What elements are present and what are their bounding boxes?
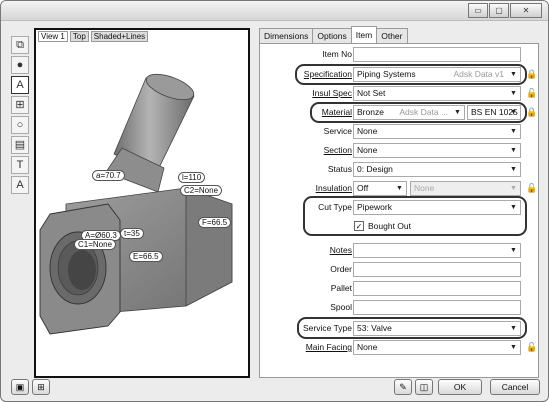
item-no-input[interactable] — [353, 47, 521, 62]
spellcheck-icon[interactable]: A — [11, 176, 29, 194]
lock-icon[interactable]: 🔒 — [526, 107, 537, 118]
service-select[interactable]: None ▼ — [353, 124, 521, 139]
dialog-footer: ▣ ⊞ ✎ ◫ OK Cancel — [1, 376, 548, 401]
insul-spec-value: Not Set — [357, 88, 386, 98]
minimize-button[interactable]: ▭ — [468, 3, 488, 18]
ok-button[interactable]: OK — [438, 379, 482, 395]
status-label: Status — [327, 164, 352, 174]
tab-item[interactable]: Item — [350, 26, 378, 43]
dim-label-c1: C1=None — [74, 239, 117, 250]
highlight-cut-type — [303, 196, 527, 236]
unlock-icon[interactable]: 🔓 — [526, 183, 537, 194]
row-service: Service None ▼ — [260, 123, 540, 141]
view-tab-view1[interactable]: View 1 — [38, 31, 68, 42]
row-notes: Notes ▼ — [260, 242, 540, 260]
section-label[interactable]: Section — [324, 145, 352, 155]
order-input[interactable] — [353, 262, 521, 277]
view-tab-top[interactable]: Top — [69, 31, 89, 42]
main-facing-select[interactable]: None ▼ — [353, 340, 521, 355]
dim-label-a: a=70.7 — [92, 170, 125, 181]
dim-label-f: F=66.5 — [198, 217, 232, 228]
chevron-down-icon[interactable]: ▼ — [508, 164, 519, 175]
sphere-outline-icon[interactable]: ○ — [11, 116, 29, 134]
tee-icon[interactable]: T — [11, 156, 29, 174]
item-tab-panel: Item No Specification Piping Systems Ads… — [259, 43, 539, 378]
service-label: Service — [323, 126, 352, 136]
chevron-down-icon[interactable]: ▼ — [508, 342, 519, 353]
dim-label-c2: C2=None — [180, 185, 223, 196]
chevron-down-icon[interactable]: ▼ — [508, 88, 519, 99]
close-button[interactable]: ✕ — [510, 3, 542, 18]
export-icon[interactable]: ⊞ — [32, 379, 50, 395]
view-orient-icon[interactable]: ⧉ — [11, 36, 29, 54]
highlight-material — [310, 102, 527, 123]
fit-view-icon[interactable]: ⊞ — [11, 96, 29, 114]
insulation-type-value: None — [414, 183, 435, 193]
dim-label-l: l=110 — [178, 172, 206, 183]
main-facing-label[interactable]: Main Facing — [306, 342, 352, 352]
row-section: Section None ▼ — [260, 142, 540, 160]
row-spool: Spool — [260, 299, 540, 317]
pen-icon[interactable]: ✎ — [394, 379, 412, 395]
insul-spec-label[interactable]: Insul Spec — [312, 88, 352, 98]
highlight-service-type — [297, 317, 527, 339]
report-icon[interactable]: ▤ — [11, 136, 29, 154]
spool-input[interactable] — [353, 300, 521, 315]
chevron-down-icon[interactable]: ▼ — [508, 126, 519, 137]
row-status: Status 0: Design ▼ — [260, 161, 540, 179]
pallet-label: Pallet — [330, 283, 352, 293]
screen-icon[interactable]: ◫ — [415, 379, 433, 395]
tab-options[interactable]: Options — [312, 28, 352, 43]
row-main-facing: Main Facing None ▼ 🔓 — [260, 339, 540, 357]
cancel-button[interactable]: Cancel — [490, 379, 540, 395]
properties-dialog: ▭ ▢ ✕ ⧉ ● A ⊞ ○ ▤ T A View 1 Top Shaded+… — [0, 0, 549, 402]
chevron-down-icon[interactable]: ▼ — [394, 183, 405, 194]
status-value: 0: Design — [357, 164, 393, 174]
model-viewport[interactable]: View 1 Top Shaded+Lines a=70.7 l=110 C2=… — [34, 28, 250, 378]
chevron-down-icon[interactable]: ▼ — [508, 145, 519, 156]
row-pallet: Pallet — [260, 280, 540, 298]
main-facing-value: None — [357, 342, 378, 352]
insulation-value: Off — [357, 183, 369, 193]
left-toolbar: ⧉ ● A ⊞ ○ ▤ T A — [11, 36, 31, 196]
row-insul-spec: Insul Spec Not Set ▼ 🔓 — [260, 85, 540, 103]
insulation-label[interactable]: Insulation — [316, 183, 352, 193]
tab-other[interactable]: Other — [376, 28, 408, 43]
row-item-no: Item No — [260, 46, 540, 64]
lock-icon[interactable]: 🔒 — [526, 69, 537, 80]
maximize-button[interactable]: ▢ — [489, 3, 509, 18]
section-value: None — [357, 145, 378, 155]
title-bar: ▭ ▢ ✕ — [1, 1, 548, 21]
chevron-down-icon: ▼ — [510, 185, 517, 192]
tab-dimensions[interactable]: Dimensions — [259, 28, 314, 43]
annotate-icon[interactable]: A — [11, 76, 29, 94]
insul-spec-select[interactable]: Not Set ▼ — [353, 86, 521, 101]
section-select[interactable]: None ▼ — [353, 143, 521, 158]
chevron-down-icon[interactable]: ▼ — [508, 245, 519, 256]
spool-label: Spool — [330, 302, 352, 312]
sphere-icon[interactable]: ● — [11, 56, 29, 74]
highlight-specification — [295, 64, 527, 85]
row-order: Order — [260, 261, 540, 279]
status-select[interactable]: 0: Design ▼ — [353, 162, 521, 177]
order-label: Order — [330, 264, 352, 274]
insulation-select[interactable]: Off ▼ — [353, 181, 407, 196]
unlock-icon[interactable]: 🔓 — [526, 88, 537, 99]
unlock-icon[interactable]: 🔓 — [526, 342, 537, 353]
dim-label-t: t=35 — [120, 228, 144, 239]
insulation-type-select: None ▼ — [410, 181, 521, 196]
notes-label[interactable]: Notes — [330, 245, 352, 255]
valve-model — [39, 73, 233, 335]
item-no-label: Item No — [322, 49, 352, 59]
service-value: None — [357, 126, 378, 136]
dim-label-e: E=66.5 — [129, 251, 163, 262]
view-tab-shading[interactable]: Shaded+Lines — [90, 31, 149, 42]
report-icon[interactable]: ▣ — [11, 379, 29, 395]
pallet-input[interactable] — [353, 281, 521, 296]
properties-panel: Dimensions Options Item Other Item No Sp… — [259, 26, 539, 378]
notes-select[interactable]: ▼ — [353, 243, 521, 258]
